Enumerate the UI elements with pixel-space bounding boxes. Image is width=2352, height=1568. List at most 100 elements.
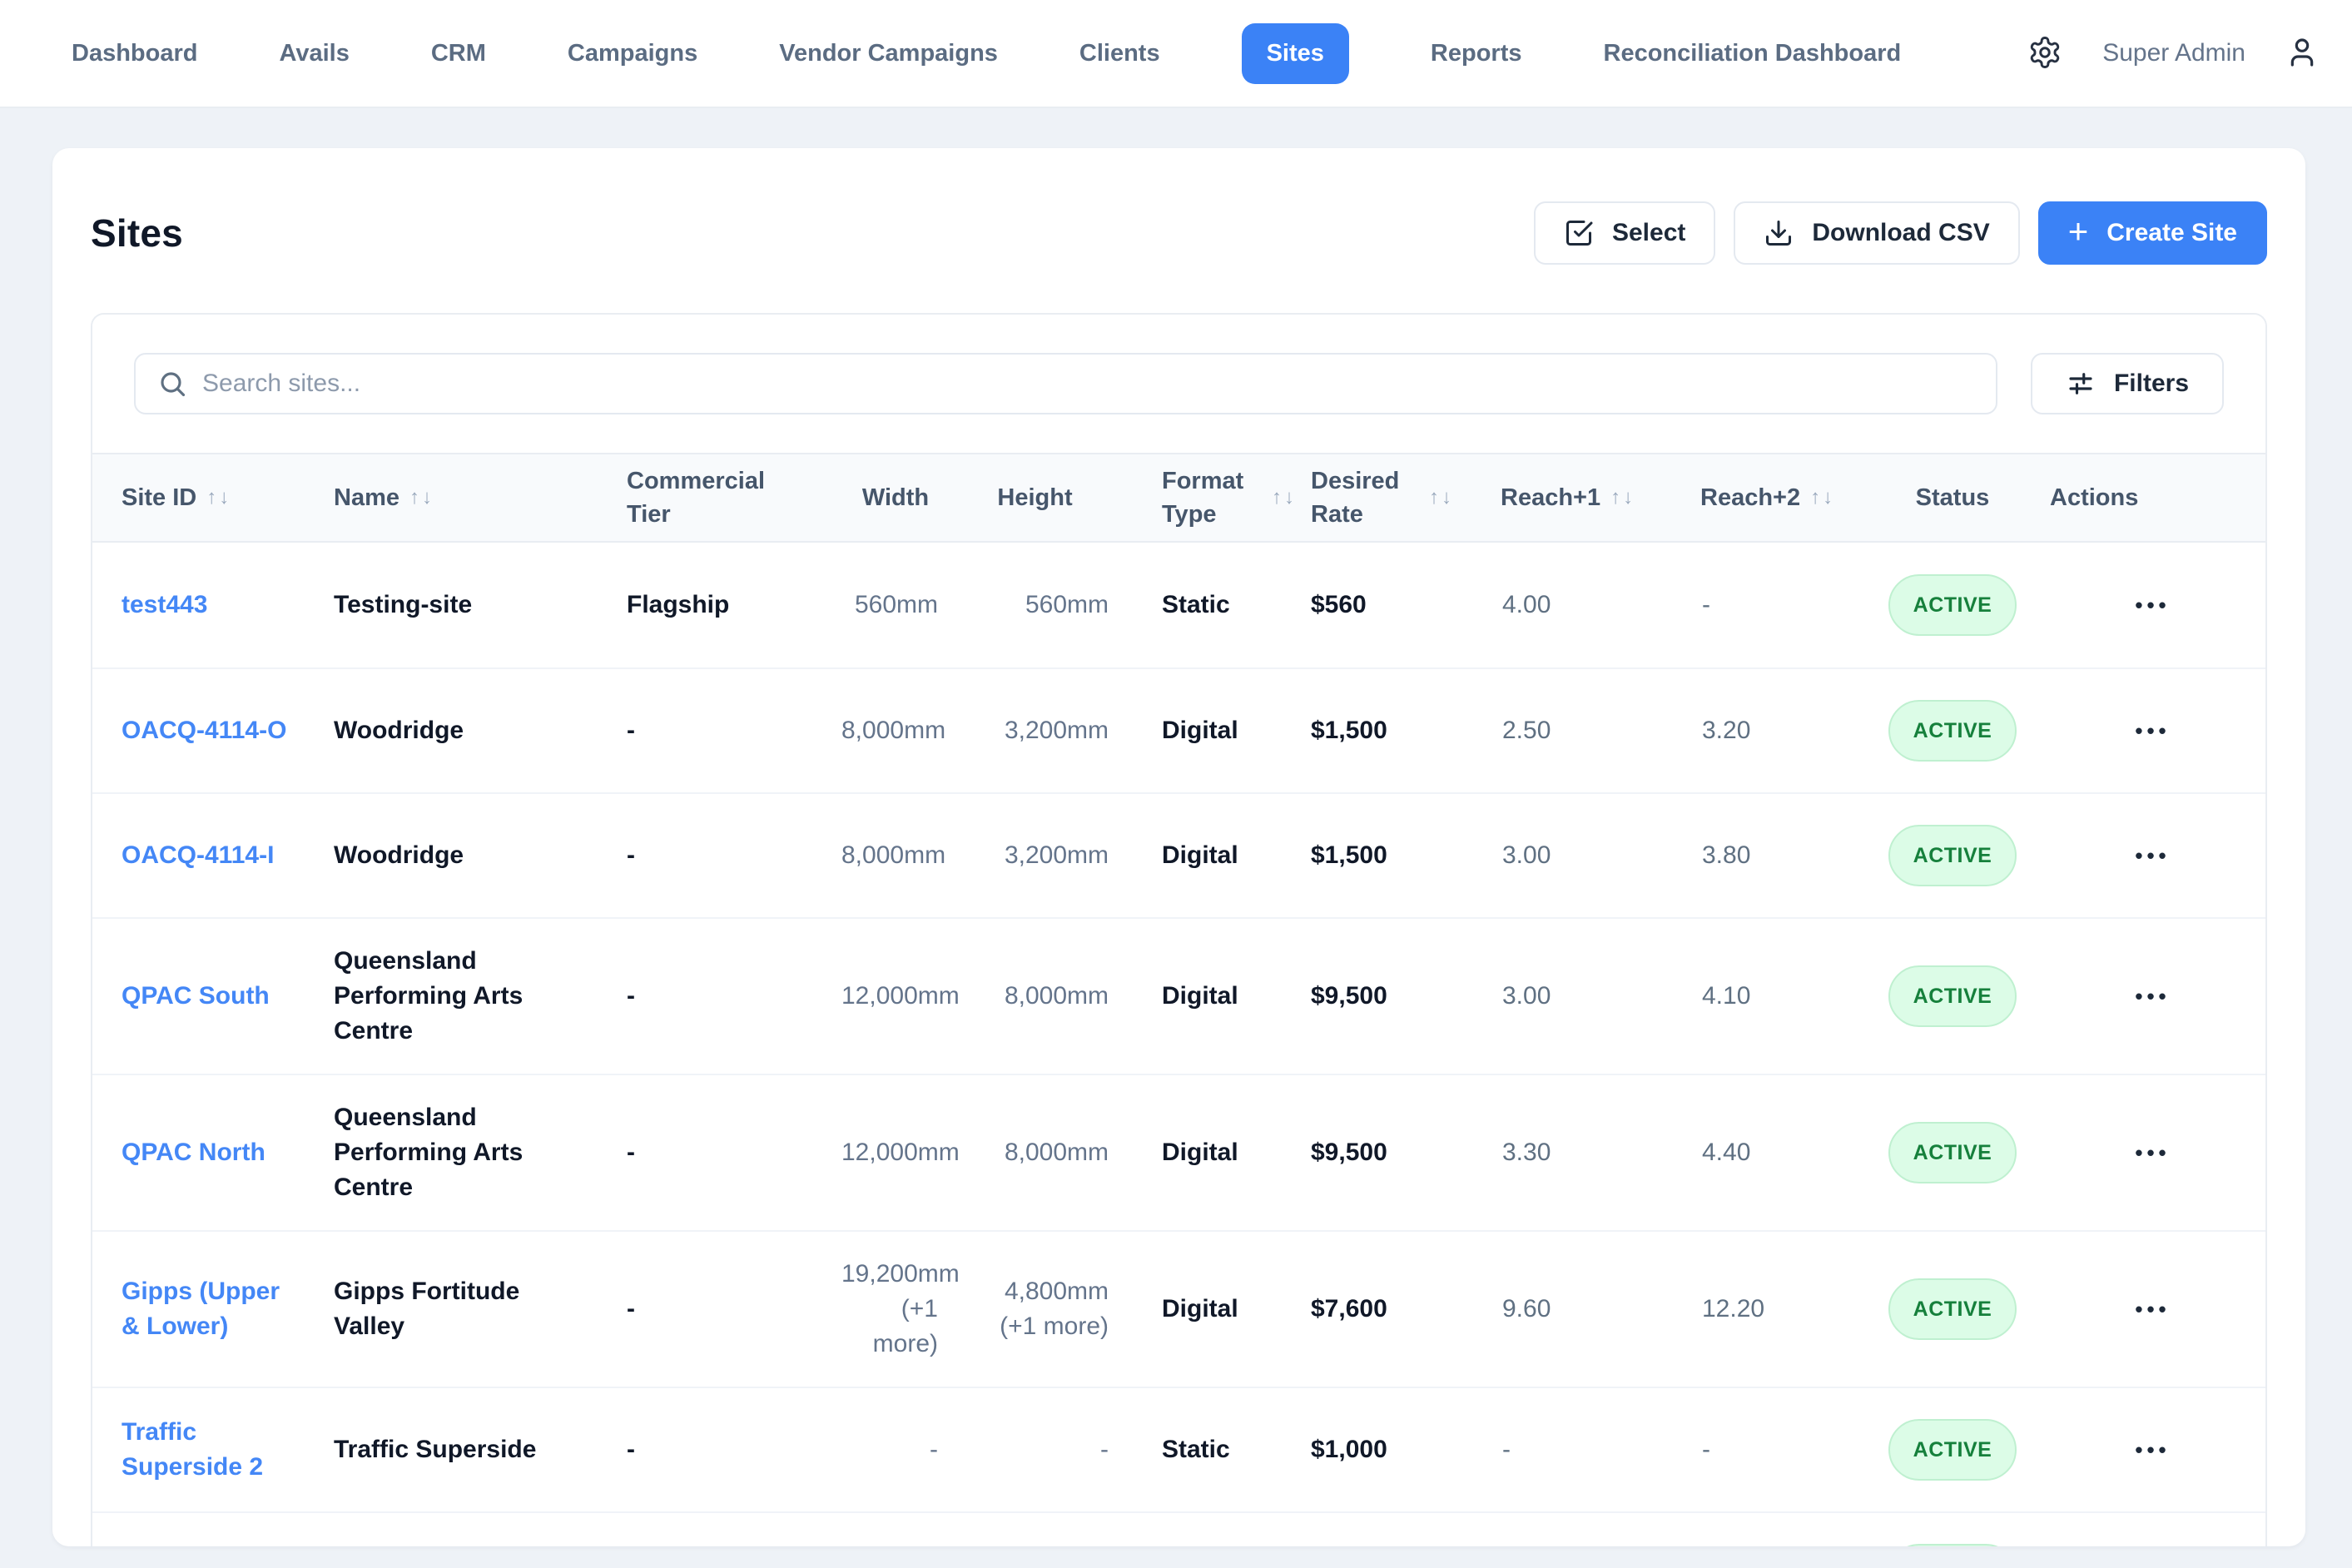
- row-actions-button[interactable]: •••: [2121, 588, 2183, 623]
- site-id-cell: QPAC South: [92, 979, 334, 1014]
- site-name: Queensland Performing Arts Centre: [334, 944, 617, 1049]
- reach-1-value: 3.30: [1491, 1135, 1674, 1170]
- status-cell: ACTIVE: [1865, 825, 2040, 886]
- ellipsis-icon: •••: [2135, 593, 2170, 618]
- site-id-link[interactable]: Traffic Superside 2: [122, 1418, 263, 1481]
- status-badge: ACTIVE: [1888, 1122, 2017, 1183]
- nav-right-group: Super Admin: [2027, 35, 2319, 72]
- format-type: Digital: [1120, 838, 1299, 873]
- download-csv-button[interactable]: Download CSV: [1734, 201, 2019, 265]
- nav-item-clients[interactable]: Clients: [1079, 40, 1160, 67]
- sort-arrows-icon[interactable]: ↑↓: [1810, 481, 1833, 514]
- sort-arrows-icon[interactable]: ↑↓: [1610, 481, 1633, 514]
- select-button[interactable]: Select: [1534, 201, 1715, 265]
- reach-2-value: 3.80: [1674, 838, 1865, 873]
- site-id-link[interactable]: QPAC South: [122, 982, 270, 1010]
- top-navigation: Dashboard Avails CRM Campaigns Vendor Campai…: [0, 0, 2352, 108]
- sort-arrows-icon[interactable]: ↑↓: [206, 481, 229, 514]
- plus-icon: +: [2068, 214, 2089, 249]
- filters-button[interactable]: Filters: [2031, 353, 2224, 414]
- table-row: OACQ-4114-OWoodridge-8,000mm3,200mmDigit…: [92, 667, 2265, 792]
- width-extra: (+1 more): [841, 1292, 938, 1362]
- site-id-cell: Gipps (Upper & Lower): [92, 1274, 334, 1344]
- site-name: Queensland Performing Arts Centre: [334, 1100, 617, 1205]
- nav-item-vendor-campaigns[interactable]: Vendor Campaigns: [779, 40, 998, 67]
- nav-item-avails[interactable]: Avails: [279, 40, 349, 67]
- width-value: 560mm: [841, 588, 950, 623]
- row-actions-button[interactable]: •••: [2121, 1135, 2183, 1170]
- table-body: test443Testing-siteFlagship560mm560mmSta…: [92, 543, 2265, 1546]
- row-actions-button[interactable]: •••: [2121, 979, 2183, 1014]
- column-header-format_type[interactable]: Format Type↑↓: [1120, 454, 1299, 541]
- commercial-tier: -: [617, 1135, 841, 1170]
- column-header-actions: Actions: [2040, 471, 2265, 524]
- row-actions-button[interactable]: •••: [2121, 838, 2183, 873]
- ellipsis-icon: •••: [2135, 1140, 2170, 1165]
- sort-arrows-icon[interactable]: ↑↓: [409, 481, 432, 514]
- filters-label: Filters: [2114, 370, 2189, 398]
- row-actions-button[interactable]: •••: [2121, 1432, 2183, 1467]
- site-id-link[interactable]: OACQ-4114-O: [122, 717, 286, 744]
- nav-item-sites[interactable]: Sites: [1242, 23, 1349, 84]
- table-header-row: Site ID↑↓Name↑↓Commercial TierWidthHeigh…: [92, 453, 2265, 543]
- profile-button[interactable]: [2285, 36, 2319, 72]
- column-header-site_id[interactable]: Site ID↑↓: [92, 471, 334, 524]
- width-value: -: [841, 1432, 950, 1467]
- sort-arrows-icon[interactable]: ↑↓: [1429, 481, 1451, 514]
- column-header-label: Name: [334, 481, 399, 514]
- reach-1-value: 3.00: [1491, 838, 1674, 873]
- column-header-commercial_tier: Commercial Tier: [617, 454, 841, 541]
- row-actions-button[interactable]: •••: [2121, 713, 2183, 748]
- sliders-icon: [2066, 369, 2096, 399]
- actions-cell: •••: [2040, 588, 2265, 623]
- height-value: 4,800mm(+1 more): [950, 1274, 1120, 1344]
- commercial-tier: -: [617, 1292, 841, 1327]
- nav-item-crm[interactable]: CRM: [431, 40, 486, 67]
- checkbox-check-icon: [1564, 218, 1594, 248]
- desired-rate: $560: [1299, 588, 1491, 623]
- status-cell: ACTIVE: [1865, 1278, 2040, 1340]
- column-header-status: Status: [1865, 471, 2040, 524]
- column-header-desired_rate[interactable]: Desired Rate↑↓: [1299, 454, 1491, 541]
- header-actions: Select Download CSV + Create Site: [1534, 201, 2267, 265]
- desired-rate: $1,500: [1299, 838, 1491, 873]
- nav-item-reconciliation-dashboard[interactable]: Reconciliation Dashboard: [1604, 40, 1902, 67]
- column-header-label: Actions: [2050, 481, 2138, 514]
- height-value: 560mm: [950, 588, 1120, 623]
- reach-1-value: 9.60: [1491, 1292, 1674, 1327]
- site-id-link[interactable]: test443: [122, 591, 207, 618]
- column-header-name[interactable]: Name ↑↓: [334, 471, 617, 524]
- column-header-reach_1[interactable]: Reach+1↑↓: [1491, 471, 1674, 524]
- actions-cell: •••: [2040, 1292, 2265, 1327]
- create-site-button[interactable]: + Create Site: [2038, 201, 2267, 265]
- site-id-link[interactable]: Gipps (Upper & Lower): [122, 1278, 280, 1340]
- site-id-link[interactable]: QPAC North: [122, 1139, 265, 1166]
- table-row: test443Testing-siteFlagship560mm560mmSta…: [92, 543, 2265, 667]
- table-row: Traffic Superside 2Traffic Superside---S…: [92, 1387, 2265, 1511]
- settings-button[interactable]: [2027, 35, 2062, 72]
- download-csv-label: Download CSV: [1812, 219, 1989, 247]
- width-value: 12,000mm: [841, 979, 950, 1014]
- search-input[interactable]: [134, 353, 1997, 414]
- desired-rate: $7,600: [1299, 1292, 1491, 1327]
- actions-cell: •••: [2040, 713, 2265, 748]
- status-badge: ACTIVE: [1888, 1419, 2017, 1481]
- nav-item-campaigns[interactable]: Campaigns: [568, 40, 697, 67]
- reach-1-value: 2.50: [1491, 713, 1674, 748]
- status-cell: ACTIVE: [1865, 1544, 2040, 1546]
- site-id-link[interactable]: OACQ-4114-I: [122, 841, 274, 869]
- status-badge: ACTIVE: [1888, 1544, 2017, 1546]
- sort-arrows-icon[interactable]: ↑↓: [1272, 481, 1294, 514]
- width-value: 8,000mm: [841, 838, 950, 873]
- reach-2-value: -: [1674, 588, 1865, 623]
- search-box: [134, 353, 1997, 414]
- column-header-reach_2[interactable]: Reach+2↑↓: [1674, 471, 1865, 524]
- format-type: Digital: [1120, 1292, 1299, 1327]
- nav-item-reports[interactable]: Reports: [1431, 40, 1522, 67]
- height-value: -: [950, 1432, 1120, 1467]
- height-value: 8,000mm: [950, 979, 1120, 1014]
- ellipsis-icon: •••: [2135, 1437, 2170, 1462]
- nav-item-dashboard[interactable]: Dashboard: [72, 40, 197, 67]
- column-header-label: Status: [1916, 481, 1990, 514]
- row-actions-button[interactable]: •••: [2121, 1292, 2183, 1327]
